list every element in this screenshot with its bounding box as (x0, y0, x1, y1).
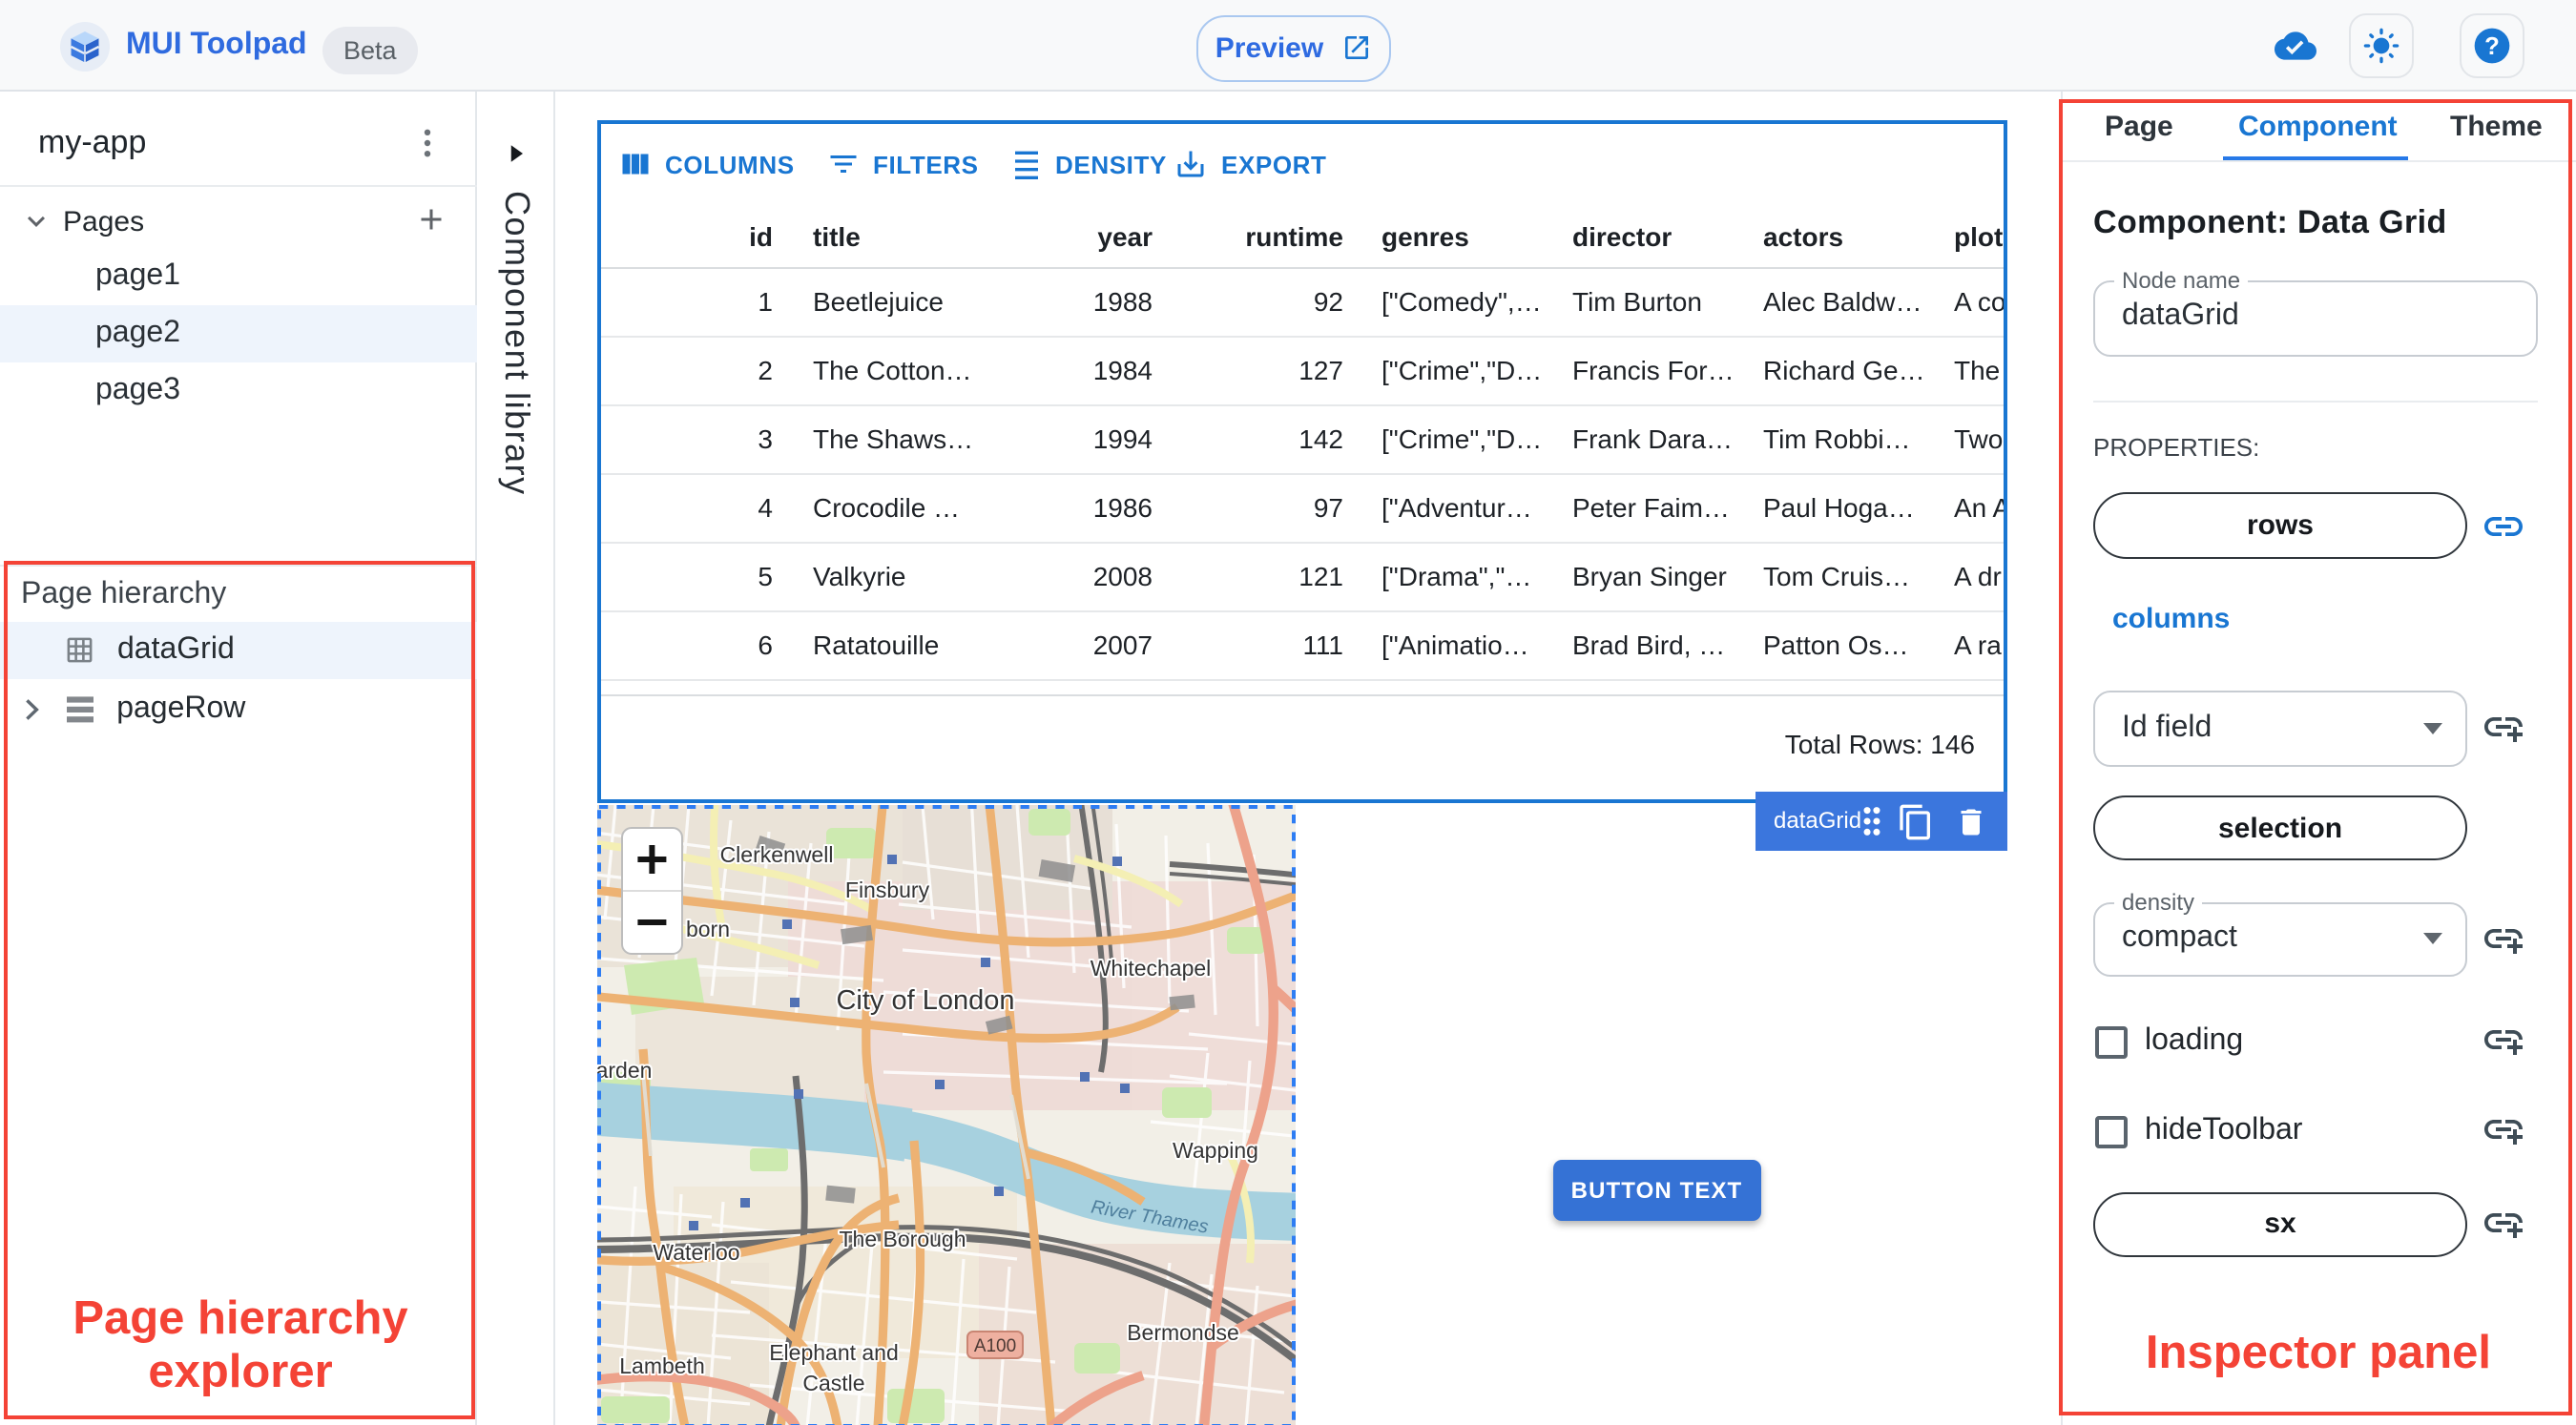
svg-text:Elephant and: Elephant and (769, 1339, 899, 1364)
svg-text:arden: arden (597, 1057, 652, 1082)
svg-text:Bermondse: Bermondse (1127, 1319, 1239, 1344)
svg-text:A100: A100 (974, 1335, 1016, 1355)
svg-text:The Borough: The Borough (840, 1226, 966, 1250)
svg-text:Wapping: Wapping (1173, 1137, 1258, 1162)
svg-text:?: ? (2484, 33, 2500, 60)
svg-text:City of London: City of London (836, 984, 1014, 1015)
svg-text:born: born (686, 916, 730, 940)
svg-text:Castle: Castle (802, 1370, 864, 1394)
svg-text:Waterloo: Waterloo (653, 1239, 739, 1264)
svg-text:Finsbury: Finsbury (845, 877, 930, 901)
svg-text:Clerkenwell: Clerkenwell (720, 841, 834, 866)
svg-text:Whitechapel: Whitechapel (1091, 955, 1212, 980)
svg-text:Lambeth: Lambeth (619, 1353, 705, 1377)
